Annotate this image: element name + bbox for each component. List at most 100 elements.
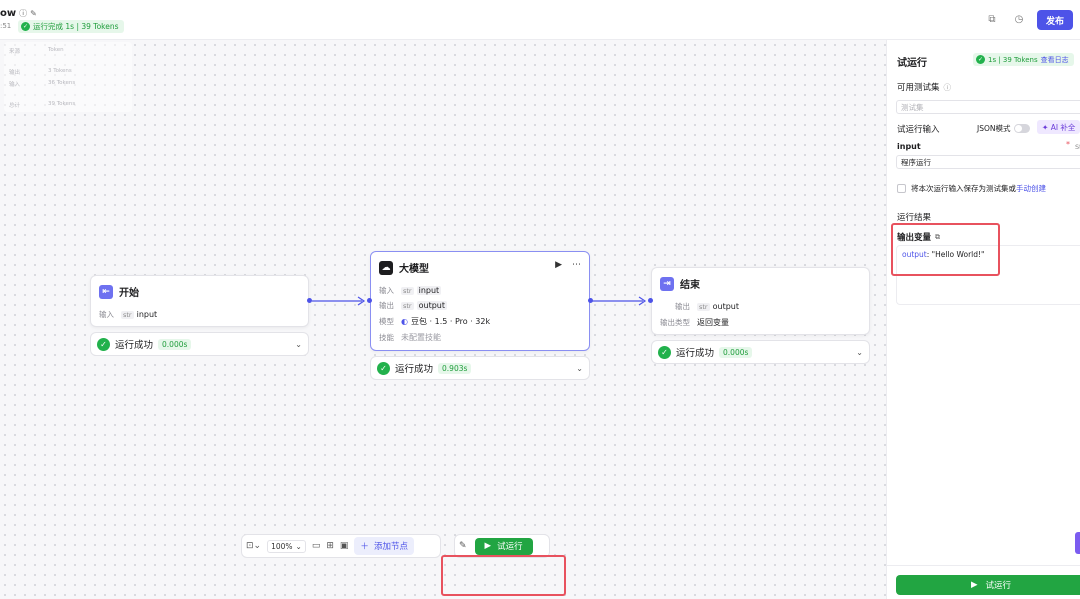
edit-icon[interactable]: ✎: [30, 9, 37, 18]
input-var-name: input: [136, 310, 158, 319]
panel-run-label: 试运行: [985, 581, 1012, 591]
input-type-tag: St: [1075, 143, 1080, 151]
ai-fill-label: AI 补全: [1050, 122, 1076, 132]
plus-icon: ＋: [360, 542, 369, 552]
play-icon[interactable]: ▶: [555, 260, 562, 270]
add-node-label: 添加节点: [373, 542, 408, 552]
run-input-label: 试运行输入: [897, 125, 940, 135]
start-out-port[interactable]: [307, 298, 312, 303]
chevron-down-icon[interactable]: ⌄: [576, 364, 583, 373]
skill-value: 未配置技能: [401, 333, 441, 342]
status-text: 运行成功: [676, 348, 715, 359]
skill-label: 技能: [379, 333, 394, 342]
add-node-button[interactable]: ＋ 添加节点: [354, 537, 414, 555]
info-icon[interactable]: ⓘ: [944, 82, 952, 93]
status-time: 0.000s: [719, 346, 753, 358]
publish-button[interactable]: 发布: [1037, 10, 1073, 30]
save-time: :51: [0, 22, 12, 30]
check-icon: ✓: [976, 55, 985, 64]
sparkle-icon: ✦: [1042, 122, 1049, 132]
panel-title: 试运行: [897, 58, 927, 69]
type-tag: str: [121, 310, 134, 319]
minimap-icon[interactable]: ▣: [340, 541, 349, 551]
header: ow ⓘ ✎ :51 ✓ 运行完成 1s | 39 Tokens ⧉ ◷ 发布: [0, 0, 1080, 40]
panel-test-run-button[interactable]: ▶ 试运行: [896, 575, 1080, 595]
ai-fill-button[interactable]: ✦ AI 补全: [1037, 120, 1080, 134]
more-icon[interactable]: ⋯: [572, 260, 581, 270]
chevron-down-icon[interactable]: ⌄: [295, 340, 302, 349]
end-icon: ⇥: [660, 276, 674, 291]
testset-select[interactable]: 测试集: [896, 100, 1080, 114]
json-mode-toggle[interactable]: [1013, 124, 1030, 133]
panel-badge-text: 1s | 39 Tokens: [988, 55, 1038, 64]
chevron-down-icon: ⌄: [295, 541, 302, 551]
zoom-select[interactable]: 100% ⌄: [267, 539, 306, 553]
start-node-title: 开始: [119, 288, 139, 299]
canvas-toolbar: ⊡⌄ 100% ⌄ ▭ ⊞ ▣ ＋ 添加节点: [241, 534, 441, 558]
save-testset-text: 将本次运行输入保存为测试集或: [911, 184, 1016, 193]
highlight-run-button: [441, 555, 566, 596]
play-icon: ▶: [484, 541, 492, 551]
input-field[interactable]: 程序运行: [896, 155, 1080, 169]
llm-out-port[interactable]: [588, 298, 593, 303]
highlight-output: [891, 223, 1000, 276]
model-label: 模型: [379, 317, 394, 326]
comment-icon[interactable]: ▭: [312, 541, 321, 551]
testset-label: 可用测试集: [897, 83, 940, 93]
layout-icon[interactable]: ⊞: [326, 541, 334, 551]
save-testset-checkbox[interactable]: [897, 184, 906, 193]
test-run-label: 试运行: [497, 542, 523, 552]
input-label: 输入: [379, 286, 394, 295]
mouse-icon[interactable]: ⊡⌄: [246, 541, 261, 551]
success-icon: ✓: [377, 361, 390, 375]
workflow-canvas[interactable]: 来源 Token 输出 3 Tokens 输入 36 Tokens 总计 39 …: [0, 40, 886, 599]
result-label: 运行结果: [897, 213, 932, 223]
panel-footer: ▶ 试运行: [887, 565, 1080, 599]
start-status[interactable]: ✓ 运行成功 0.000s ⌄: [90, 332, 309, 356]
type-tag: str: [697, 302, 710, 311]
chevron-down-icon[interactable]: ⌄: [856, 348, 863, 357]
output-label: 输出: [675, 302, 690, 311]
output-var-name: output: [416, 301, 447, 310]
manual-create-link[interactable]: 手动创建: [1016, 183, 1046, 194]
status-text: 运行成功: [395, 364, 434, 375]
view-log-link[interactable]: 查看日志: [1041, 55, 1069, 65]
run-complete-badge: ✓ 运行完成 1s | 39 Tokens: [18, 20, 124, 33]
copy-icon[interactable]: ⧉: [985, 13, 999, 27]
end-node[interactable]: ⇥ 结束 输出 str output 输出类型 返回变量: [651, 267, 870, 335]
input-var-name: input: [416, 286, 442, 295]
history-icon[interactable]: ◷: [1012, 13, 1026, 27]
status-time: 0.903s: [438, 362, 472, 374]
test-run-button[interactable]: ▶ 试运行: [474, 537, 533, 555]
check-icon: ✓: [21, 22, 30, 31]
doubao-icon: ◐: [401, 317, 408, 326]
wrench-icon[interactable]: ✎: [459, 541, 467, 551]
llm-status[interactable]: ✓ 运行成功 0.903s ⌄: [370, 356, 590, 380]
end-node-title: 结束: [680, 280, 700, 291]
type-tag: str: [401, 286, 414, 295]
info-icon[interactable]: ⓘ: [19, 8, 27, 19]
output-var-name: output: [712, 302, 739, 311]
play-icon: ▶: [970, 580, 978, 590]
model-icon: ☁: [379, 260, 393, 275]
start-node[interactable]: ⇤ 开始 输入 str input: [90, 275, 309, 327]
panel-run-badge: ✓ 1s | 39 Tokens 查看日志: [973, 53, 1074, 66]
type-tag: str: [401, 301, 414, 310]
success-icon: ✓: [97, 337, 110, 351]
testset-label-row: 可用测试集 ⓘ: [897, 81, 952, 94]
llm-node-title: 大模型: [399, 264, 429, 275]
status-time: 0.000s: [158, 338, 192, 350]
end-status[interactable]: ✓ 运行成功 0.000s ⌄: [651, 340, 870, 364]
save-testset-row: 将本次运行输入保存为测试集或 手动创建: [897, 183, 1046, 194]
end-in-port[interactable]: [648, 298, 653, 303]
side-tab[interactable]: [1075, 532, 1080, 554]
llm-node[interactable]: ☁ 大模型 ▶ ⋯ 输入 str input 输出 str output 模型 …: [370, 251, 590, 351]
input-field-label: input: [897, 142, 921, 151]
start-icon: ⇤: [99, 284, 113, 299]
status-text: 运行成功: [115, 340, 154, 351]
input-label: 输入: [99, 310, 114, 319]
llm-in-port[interactable]: [367, 298, 372, 303]
model-value: 豆包 · 1.5 · Pro · 32k: [410, 317, 491, 326]
json-mode-row: JSON模式: [977, 123, 1030, 134]
zoom-value: 100%: [271, 541, 293, 551]
